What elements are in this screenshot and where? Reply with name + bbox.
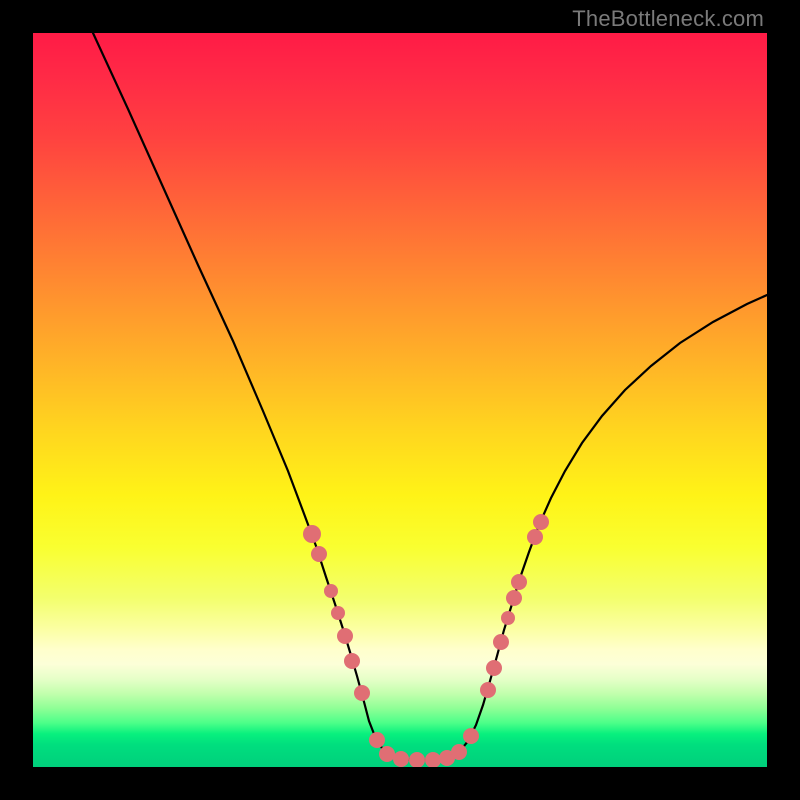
data-marker <box>324 584 338 598</box>
data-marker <box>409 752 425 767</box>
data-marker <box>463 728 479 744</box>
data-marker <box>331 606 345 620</box>
data-marker <box>354 685 370 701</box>
data-marker <box>379 746 395 762</box>
data-marker <box>303 525 321 543</box>
data-marker <box>480 682 496 698</box>
data-marker <box>425 752 441 767</box>
plot-area <box>33 33 767 767</box>
data-marker <box>344 653 360 669</box>
data-marker <box>337 628 353 644</box>
outer-frame: TheBottleneck.com <box>0 0 800 800</box>
bottleneck-curve <box>33 33 767 767</box>
data-marker <box>486 660 502 676</box>
curve-path <box>93 33 767 760</box>
data-marker <box>511 574 527 590</box>
data-marker <box>393 751 409 767</box>
data-marker <box>506 590 522 606</box>
data-marker <box>369 732 385 748</box>
data-marker <box>493 634 509 650</box>
data-marker <box>527 529 543 545</box>
data-marker <box>533 514 549 530</box>
watermark-text: TheBottleneck.com <box>572 6 764 32</box>
data-marker <box>451 744 467 760</box>
data-marker <box>501 611 515 625</box>
data-marker <box>311 546 327 562</box>
